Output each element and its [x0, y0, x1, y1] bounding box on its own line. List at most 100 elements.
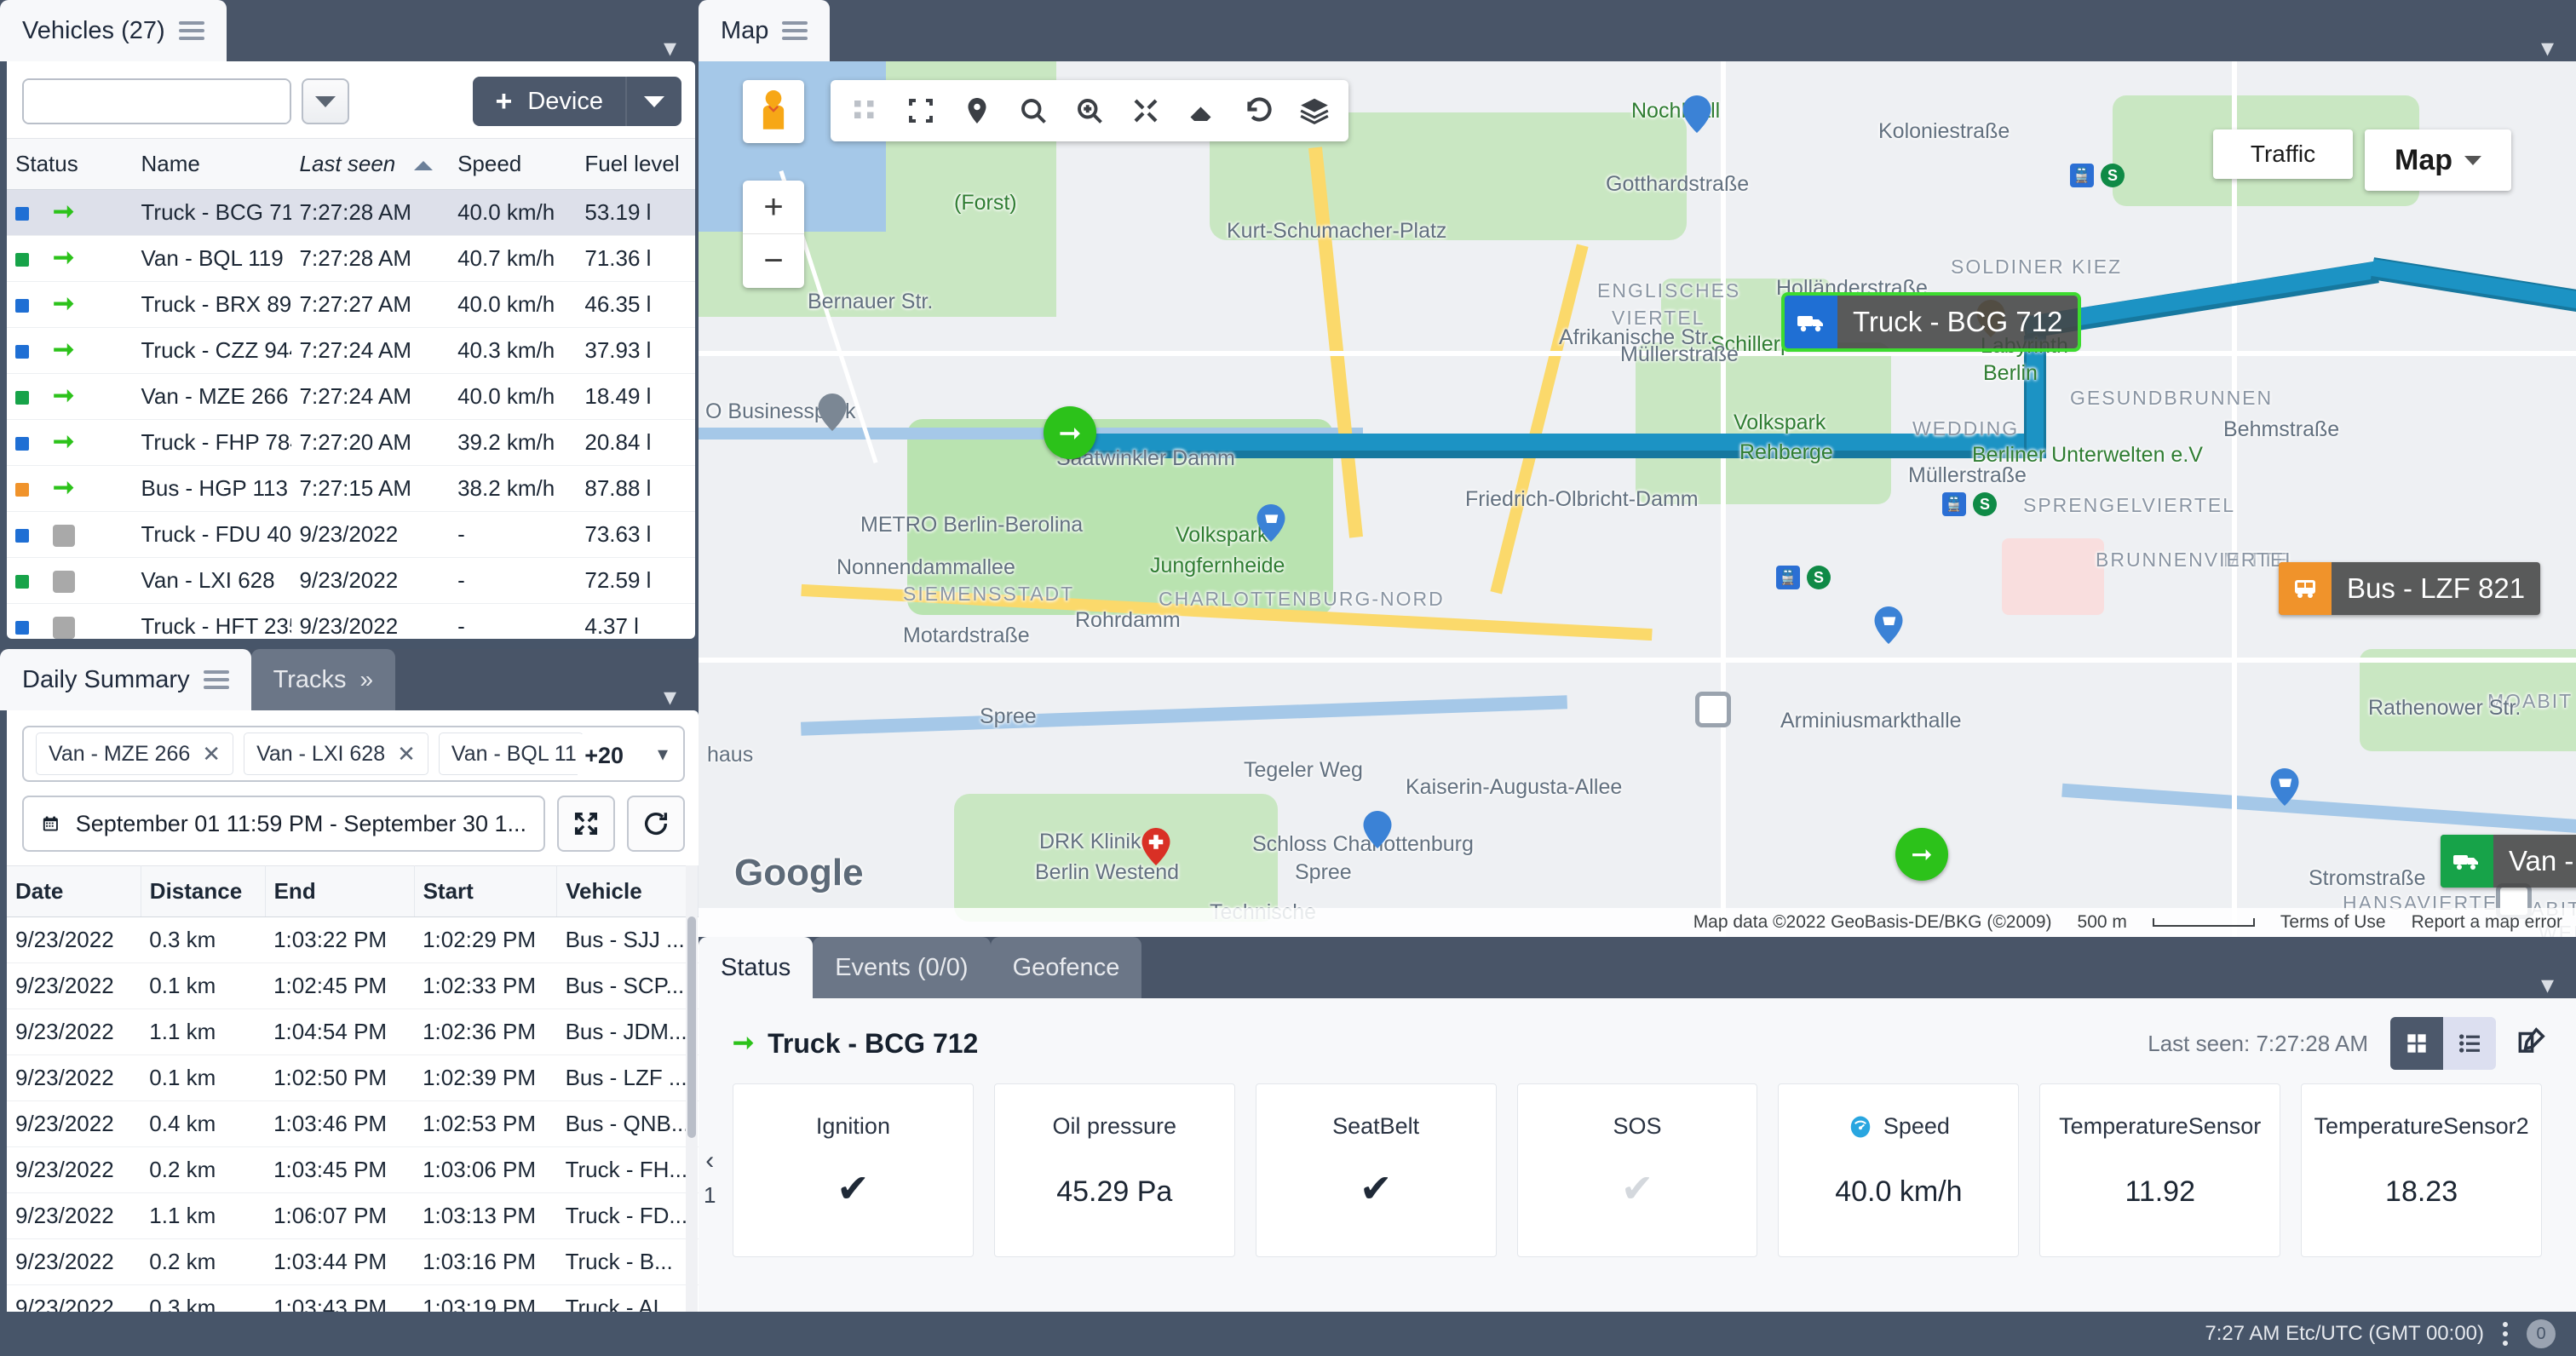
poi-shopping-icon[interactable]: [1874, 606, 1903, 644]
map-canvas[interactable]: AM WALDESSAUMNochMallKurt-Schumacher-Pla…: [699, 61, 2576, 937]
table-row[interactable]: Truck - HFT 235 9/23/2022-4.37 l: [7, 603, 695, 639]
search-icon[interactable]: [1009, 87, 1057, 135]
sensor-card[interactable]: SOS ✔: [1516, 1083, 1758, 1257]
close-icon[interactable]: ✕: [397, 741, 416, 767]
status-collapse-chevron-icon[interactable]: ▾: [2541, 973, 2554, 998]
summary-menu-icon[interactable]: [203, 670, 229, 689]
tab-geofence[interactable]: Geofence: [990, 937, 1142, 998]
add-device-button[interactable]: + Device: [473, 77, 681, 126]
table-row[interactable]: 9/23/2022 0.1 km 1:02:45 PM 1:02:33 PM Bus -…: [7, 962, 699, 1009]
vehicles-menu-icon[interactable]: [178, 21, 204, 40]
filter-chip[interactable]: Van - MZE 266 ✕: [36, 733, 234, 775]
table-row[interactable]: 9/23/2022 0.2 km 1:03:45 PM 1:03:06 PM Truck…: [7, 1146, 699, 1193]
vehicle-marker-green[interactable]: ➞: [1895, 828, 1948, 881]
poi-shopping-icon[interactable]: [2270, 768, 2299, 806]
vehicles-collapse-chevron-icon[interactable]: ▾: [664, 36, 676, 61]
column-fuel-level[interactable]: Fuel level: [576, 138, 695, 190]
summary-scrollbar[interactable]: [686, 865, 698, 1339]
table-row[interactable]: Van - LXI 628 9/23/2022-72.59 l: [7, 557, 695, 604]
search-input[interactable]: [24, 80, 290, 123]
filter-chip[interactable]: Van - BQL 119: [438, 733, 584, 775]
overflow-menu-icon[interactable]: [2503, 1322, 2508, 1346]
table-row[interactable]: ➞ Truck - BCG 71: 7:27:28 AM 40.0 km/h 53.19…: [7, 189, 695, 236]
table-row[interactable]: 9/23/2022 0.1 km 1:02:50 PM 1:02:39 PM Bus -…: [7, 1054, 699, 1101]
table-row[interactable]: ➞ Van - BQL 119 7:27:28 AM 40.7 km/h 71.36 l: [7, 235, 695, 282]
street-view-pegman[interactable]: [743, 80, 804, 143]
map-menu-icon[interactable]: [782, 21, 808, 40]
sensor-card[interactable]: TemperatureSensor2 18.23: [2301, 1083, 2543, 1257]
table-row[interactable]: ➞ Truck - CZZ 944 7:27:24 AM 40.3 km/h 37.93…: [7, 327, 695, 374]
sensor-cards-pager[interactable]: ‹ 1: [704, 1146, 716, 1209]
list-view-button[interactable]: [2443, 1017, 2496, 1070]
poi-hospital-icon[interactable]: [1141, 828, 1170, 865]
grid-icon[interactable]: [841, 87, 888, 135]
zoom-out-button[interactable]: −: [743, 234, 804, 288]
sensor-card[interactable]: SeatBelt ✔: [1255, 1083, 1497, 1257]
chevron-down-icon[interactable]: ▾: [658, 742, 668, 767]
zoom-in-icon[interactable]: [1066, 87, 1113, 135]
sensor-card[interactable]: Ignition ✔: [733, 1083, 974, 1257]
map-vehicle-label[interactable]: Truck - BCG 712: [1780, 292, 2082, 352]
zoom-in-button[interactable]: +: [743, 181, 804, 234]
expand-icon[interactable]: [1122, 87, 1170, 135]
column-status[interactable]: Status: [7, 138, 133, 190]
expand-summary-button[interactable]: [557, 796, 615, 852]
summary-collapse-chevron-icon[interactable]: ▾: [664, 685, 676, 710]
table-row[interactable]: 9/23/2022 0.3 km 1:03:22 PM 1:02:29 PM Bus -…: [7, 916, 699, 963]
grid-view-button[interactable]: [2390, 1017, 2443, 1070]
edit-sensors-button[interactable]: [2515, 1026, 2547, 1062]
add-device-dropdown[interactable]: [625, 77, 681, 126]
tab-events[interactable]: Events (0/0): [813, 937, 991, 998]
vehicle-marker-bcg712[interactable]: ➞: [1044, 406, 1096, 459]
traffic-toggle-button[interactable]: Traffic: [2213, 129, 2353, 179]
pin-icon[interactable]: [953, 87, 1001, 135]
poi-park-icon[interactable]: [818, 394, 847, 431]
table-row[interactable]: 9/23/2022 0.4 km 1:03:46 PM 1:02:53 PM Bus -…: [7, 1100, 699, 1147]
table-row[interactable]: ➞ Truck - FHP 784 7:27:20 AM 39.2 km/h 20.84…: [7, 419, 695, 466]
table-row[interactable]: 9/23/2022 1.1 km 1:04:54 PM 1:02:36 PM Bus -…: [7, 1008, 699, 1055]
map-vehicle-label[interactable]: Bus - LZF 821: [2279, 562, 2541, 615]
map-vehicle-label[interactable]: Van - LXI 628: [2441, 835, 2576, 888]
column-start[interactable]: Start: [414, 865, 558, 917]
tab-map[interactable]: Map: [699, 0, 831, 61]
column-end[interactable]: End: [265, 865, 415, 917]
sensor-card[interactable]: Oil pressure 45.29 Pa: [993, 1083, 1235, 1257]
pager-prev-icon[interactable]: ‹: [705, 1146, 714, 1175]
eraser-icon[interactable]: [1178, 87, 1226, 135]
table-row[interactable]: ➞ Van - MZE 266 7:27:24 AM 40.0 km/h 18.49 l: [7, 373, 695, 420]
terms-of-use-link[interactable]: Terms of Use: [2280, 912, 2386, 933]
table-row[interactable]: ➞ Bus - HGP 113 7:27:15 AM 38.2 km/h 87.88 l: [7, 465, 695, 512]
frame-icon[interactable]: [897, 87, 945, 135]
sensor-card[interactable]: Speed 40.0 km/h: [1778, 1083, 2020, 1257]
tab-status[interactable]: Status: [699, 937, 814, 998]
column-speed[interactable]: Speed: [449, 138, 577, 190]
poi-shopping-icon[interactable]: [1256, 504, 1285, 542]
column-distance[interactable]: Distance: [141, 865, 266, 917]
table-row[interactable]: ➞ Truck - BRX 893 7:27:27 AM 40.0 km/h 46.35…: [7, 281, 695, 328]
poi-museum-icon[interactable]: [1682, 95, 1711, 133]
column-date[interactable]: Date: [7, 865, 141, 917]
close-icon[interactable]: ✕: [202, 741, 221, 767]
filter-chip[interactable]: Van - LXI 628 ✕: [244, 733, 428, 775]
layers-icon[interactable]: [1291, 87, 1338, 135]
sensor-card[interactable]: TemperatureSensor 11.92: [2039, 1083, 2281, 1257]
column-name[interactable]: Name: [132, 138, 291, 190]
tracks-more-icon[interactable]: »: [360, 666, 374, 693]
table-row[interactable]: Truck - FDU 404 9/23/2022-73.63 l: [7, 511, 695, 558]
refresh-summary-button[interactable]: [627, 796, 685, 852]
filter-chip-overflow-count[interactable]: +20: [578, 734, 630, 777]
map-collapse-chevron-icon[interactable]: ▾: [2541, 36, 2554, 61]
table-row[interactable]: 9/23/2022 1.1 km 1:06:07 PM 1:03:13 PM Truck…: [7, 1192, 699, 1239]
column-last-seen[interactable]: Last seen: [290, 138, 450, 190]
tab-daily-summary[interactable]: Daily Summary: [0, 649, 251, 710]
tab-vehicles[interactable]: Vehicles (27): [0, 0, 227, 61]
vehicle-filter-chips[interactable]: Van - MZE 266 ✕ Van - LXI 628 ✕ Van - BQ…: [22, 726, 685, 782]
report-map-error-link[interactable]: Report a map error: [2412, 912, 2562, 933]
table-row[interactable]: 9/23/2022 0.2 km 1:03:44 PM 1:03:16 PM Truck…: [7, 1238, 699, 1285]
undo-icon[interactable]: [1234, 87, 1282, 135]
map-type-button[interactable]: Map: [2365, 129, 2511, 191]
tab-tracks[interactable]: Tracks »: [250, 649, 396, 710]
date-range-picker[interactable]: September 01 11:59 PM - September 30 1..…: [22, 796, 545, 852]
search-filter-dropdown[interactable]: [302, 78, 349, 124]
column-vehicle[interactable]: Vehicle: [556, 865, 699, 917]
